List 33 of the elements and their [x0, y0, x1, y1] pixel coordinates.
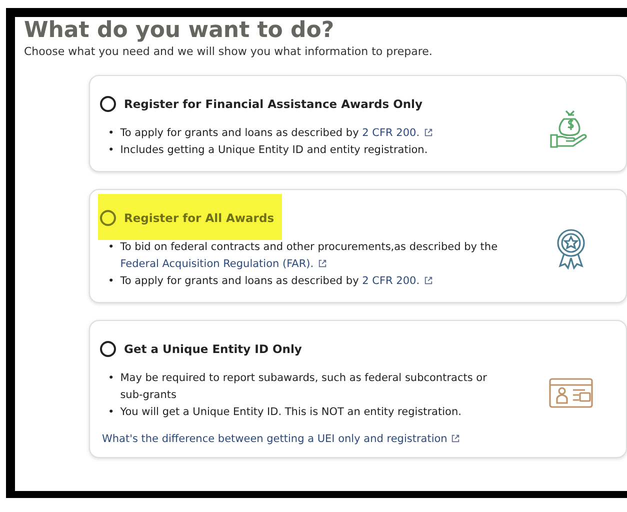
difference-link[interactable]: What's the difference between getting a UEI only and registration: [102, 433, 448, 445]
regulation-link[interactable]: 2 CFR 200.: [362, 275, 420, 287]
option-title: Register for All Awards: [124, 211, 274, 225]
regulation-link[interactable]: Federal Acquisition Regulation (FAR).: [120, 258, 314, 270]
radio-button[interactable]: [100, 341, 116, 357]
bullet-mark: •: [108, 143, 114, 158]
radio-button[interactable]: [100, 210, 116, 226]
bullet-mark: •: [108, 405, 114, 420]
external-link-icon: [424, 128, 433, 137]
bullet-mark: •: [108, 371, 114, 386]
bullet-text: You will get a Unique Entity ID. This is NOT an entity registration.: [120, 405, 462, 420]
bullet-text: To apply for grants and loans as described by 2 CFR 200.: [120, 273, 433, 290]
option-card[interactable]: Register for Financial Assistance Awards Only • To apply for grants and loans as described by 2 CFR 200. • Includes getting a Unique Entity ID and entity registration.: [89, 75, 627, 172]
option-card[interactable]: [89, 320, 627, 458]
bullet-mark: •: [108, 274, 114, 289]
award-ribbon-icon: [554, 228, 588, 272]
bullet-text: To apply for grants and loans as described by 2 CFR 200.: [120, 125, 433, 142]
page-heading: What do you want to do?: [24, 18, 336, 43]
bullet-mark: •: [108, 126, 114, 141]
external-link-icon: [318, 259, 327, 268]
external-link-icon: [424, 276, 433, 285]
bullet-text: Includes getting a Unique Entity ID and entity registration.: [120, 143, 428, 158]
option-card[interactable]: Register for All Awards • To bid on federal contracts and other procurements,as described by the Federal Acquisition Regulation (FAR). • To apply for grants and loans as described by 2 CFR 200.: [89, 189, 627, 303]
intro-text: Choose what you need and we will show you what information to prepare.: [24, 45, 434, 58]
bullet-text: May be required to report subawards, such as federal subcontracts or sub-grants: [120, 371, 488, 403]
bullet-mark: •: [108, 240, 114, 255]
radio-button[interactable]: [100, 96, 116, 112]
option-title: Get a Unique Entity ID Only: [124, 342, 302, 356]
id-card-icon: [549, 378, 593, 408]
regulation-link[interactable]: 2 CFR 200.: [362, 127, 420, 139]
bullet-text: To bid on federal contracts and other procurements,as described by the Federal Acquisition Regulation (FAR).: [120, 240, 499, 272]
option-title: Register for Financial Assistance Awards Only: [124, 97, 423, 111]
external-link-icon: [451, 434, 460, 443]
